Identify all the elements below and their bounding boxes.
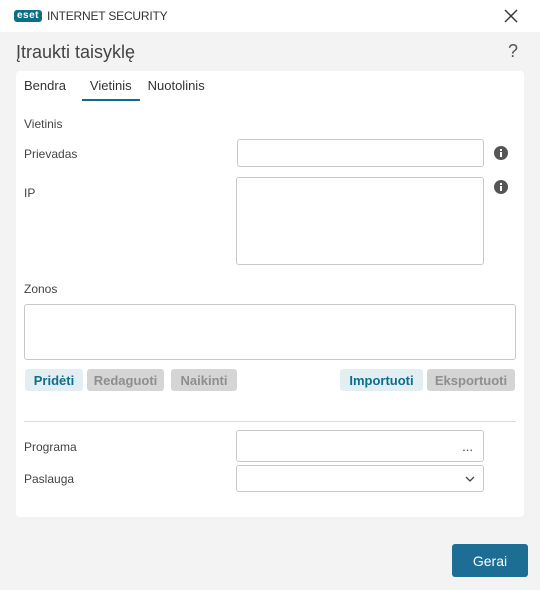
logo-badge: eset [14, 10, 43, 22]
chevron-down-icon [465, 476, 475, 482]
delete-zone-button[interactable]: Naikinti [171, 369, 237, 391]
rule-panel: Bendra Vietinis Nuotolinis Vietinis Prie… [16, 71, 524, 517]
logo-text: INTERNET SECURITY [47, 9, 168, 23]
help-icon[interactable]: ? [508, 41, 518, 62]
port-label: Prievadas [24, 147, 78, 161]
service-label: Paslauga [24, 472, 75, 486]
info-icon[interactable] [494, 180, 508, 194]
info-icon[interactable] [494, 146, 508, 160]
section-heading: Vietinis [24, 117, 63, 131]
port-input[interactable] [237, 139, 484, 167]
close-icon[interactable] [502, 7, 520, 25]
ip-label: IP [24, 186, 36, 200]
tab-bar: Bendra Vietinis Nuotolinis [24, 77, 221, 101]
import-zones-button[interactable]: Importuoti [340, 369, 423, 391]
ip-textarea[interactable] [236, 177, 484, 265]
export-zones-button[interactable]: Eksportuoti [427, 369, 515, 391]
browse-button[interactable]: ... [462, 439, 473, 454]
ok-button[interactable]: Gerai [452, 544, 528, 577]
section-divider [24, 421, 516, 422]
tab-general[interactable]: Bendra [24, 77, 74, 101]
add-zone-button[interactable]: Pridėti [25, 369, 83, 391]
zones-list[interactable] [24, 304, 516, 360]
edit-zone-button[interactable]: Redaguoti [87, 369, 164, 391]
tab-remote[interactable]: Nuotolinis [148, 77, 213, 101]
title-bar: eset INTERNET SECURITY [0, 0, 540, 32]
tab-local[interactable]: Vietinis [81, 77, 140, 101]
program-label: Programa [24, 440, 77, 454]
dialog-title: Įtraukti taisyklę [16, 42, 136, 62]
eset-logo: eset INTERNET SECURITY [14, 9, 168, 23]
zones-label: Zonos [24, 282, 58, 296]
program-field[interactable]: ... [236, 430, 484, 462]
service-select[interactable] [236, 465, 484, 492]
